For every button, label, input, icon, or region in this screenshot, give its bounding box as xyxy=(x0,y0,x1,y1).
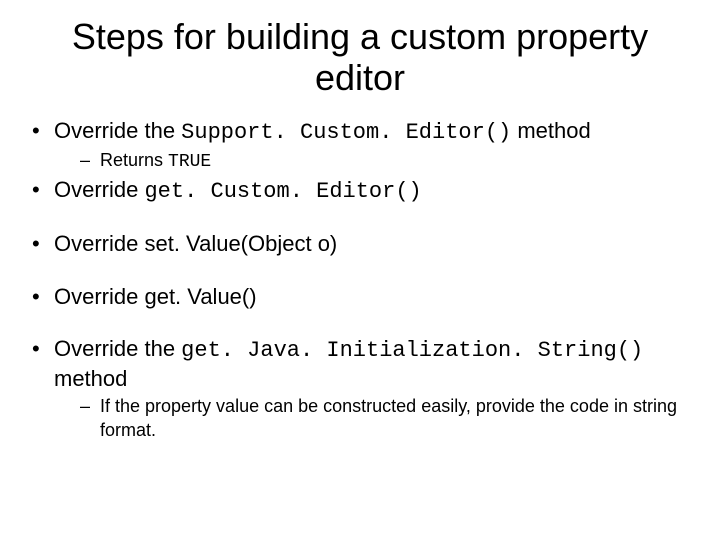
slide: Steps for building a custom property edi… xyxy=(0,0,720,540)
code-run: Support. Custom. Editor() xyxy=(181,120,511,145)
bullet-override-support-custom-editor: Override the Support. Custom. Editor() m… xyxy=(28,117,692,175)
text-run: Override the xyxy=(54,118,181,143)
bullet-override-get-java-init-string: Override the get. Java. Initialization. … xyxy=(28,335,692,442)
code-run: get. Java. Initialization. String() xyxy=(181,338,643,363)
text-run: method xyxy=(54,366,127,391)
text-run: Override get. Value() xyxy=(54,284,257,309)
sub-bullet-string-format-note: If the property value can be constructed… xyxy=(54,395,692,442)
text-run: Override set. Value(Object o) xyxy=(54,231,337,256)
bullet-list: Override the Support. Custom. Editor() m… xyxy=(28,117,692,442)
sub-bullet-returns-true: Returns TRUE xyxy=(54,149,692,174)
text-run: Returns xyxy=(100,150,168,170)
slide-title: Steps for building a custom property edi… xyxy=(28,16,692,99)
code-run: TRUE xyxy=(168,152,211,172)
bullet-override-get-value: Override get. Value() xyxy=(28,283,692,311)
text-run: method xyxy=(511,118,591,143)
text-run: Override xyxy=(54,177,144,202)
sub-list: Returns TRUE xyxy=(54,149,692,174)
text-run: If the property value can be constructed… xyxy=(100,396,677,439)
code-run: get. Custom. Editor() xyxy=(144,179,421,204)
text-run: Override the xyxy=(54,336,181,361)
bullet-override-set-value: Override set. Value(Object o) xyxy=(28,230,692,258)
bullet-override-get-custom-editor: Override get. Custom. Editor() xyxy=(28,176,692,206)
sub-list: If the property value can be constructed… xyxy=(54,395,692,442)
